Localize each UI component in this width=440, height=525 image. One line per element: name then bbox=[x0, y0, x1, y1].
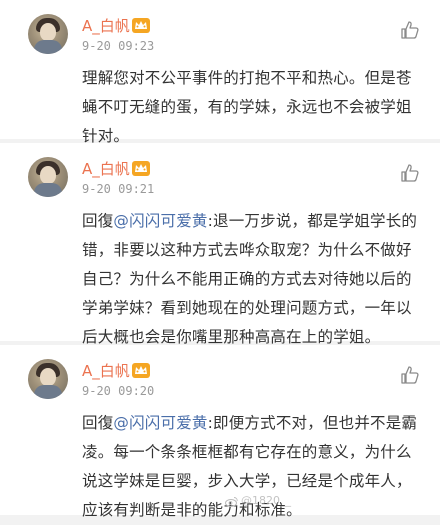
timestamp: 9-20 09:23 bbox=[82, 39, 155, 53]
reply-prefix: 回復 bbox=[82, 414, 114, 432]
thumbs-up-icon[interactable] bbox=[400, 163, 420, 183]
avatar[interactable] bbox=[28, 14, 68, 54]
comment-feed: A_白帆 9-20 09:23 理解您对不公平事件的打抱不平和热心。但是苍蝇不叮… bbox=[0, 0, 440, 519]
avatar[interactable] bbox=[28, 157, 68, 197]
username[interactable]: A_白帆 bbox=[82, 159, 130, 179]
comment-body: 理解您对不公平事件的打抱不平和热心。但是苍蝇不叮无缝的蛋，有的学妹，永远也不会被… bbox=[82, 64, 427, 151]
comment-card: A_白帆 9-20 09:23 理解您对不公平事件的打抱不平和热心。但是苍蝇不叮… bbox=[0, 0, 440, 145]
timestamp: 9-20 09:21 bbox=[82, 182, 155, 196]
mention-link[interactable]: @闪闪可爱黄 bbox=[113, 414, 207, 432]
mention-link[interactable]: @闪闪可爱黄 bbox=[113, 212, 207, 230]
watermark: @1820__ bbox=[225, 494, 291, 508]
comment-card: A_白帆 9-20 09:21 回復@闪闪可爱黄:退一万步说，都是学姐学长的错，… bbox=[0, 143, 440, 346]
weibo-logo-icon bbox=[225, 496, 238, 507]
thumbs-up-icon[interactable] bbox=[400, 365, 420, 385]
comment-text: :退一万步说，都是学姐学长的错，非要以这种方式去哗众取宠？为什么不做好自己？为什… bbox=[82, 212, 418, 346]
reply-prefix: 回復 bbox=[82, 212, 114, 230]
username[interactable]: A_白帆 bbox=[82, 361, 130, 381]
comment-card: A_白帆 9-20 09:20 回復@闪闪可爱黄:即便方式不对，但也并不是霸凌。… bbox=[0, 345, 440, 519]
comment-body: 回復@闪闪可爱黄:退一万步说，都是学姐学长的错，非要以这种方式去哗众取宠？为什么… bbox=[82, 207, 427, 352]
timestamp: 9-20 09:20 bbox=[82, 384, 155, 398]
comment-text: 理解您对不公平事件的打抱不平和热心。但是苍蝇不叮无缝的蛋，有的学妹，永远也不会被… bbox=[82, 69, 412, 145]
username[interactable]: A_白帆 bbox=[82, 16, 130, 36]
vip-crown-badge-icon bbox=[132, 18, 150, 33]
watermark-text: @1820__ bbox=[241, 494, 291, 507]
avatar[interactable] bbox=[28, 359, 68, 399]
vip-crown-badge-icon bbox=[132, 363, 150, 378]
vip-crown-badge-icon bbox=[132, 161, 150, 176]
thumbs-up-icon[interactable] bbox=[400, 20, 420, 40]
